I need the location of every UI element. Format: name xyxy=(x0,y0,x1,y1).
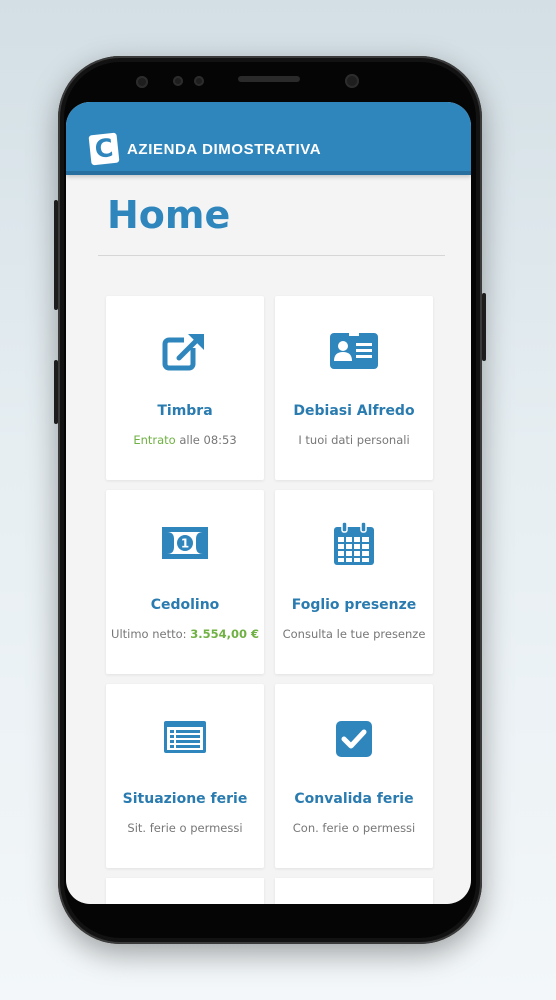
card-subtitle: Entrato alle 08:53 xyxy=(106,433,264,447)
check-square-icon xyxy=(335,720,373,758)
card-partial[interactable] xyxy=(275,878,433,904)
card-timbra[interactable]: Timbra Entrato alle 08:53 xyxy=(106,296,264,480)
card-title: Debiasi Alfredo xyxy=(293,403,415,419)
card-convalida-ferie[interactable]: Convalida ferie Con. ferie o permessi xyxy=(275,684,433,868)
card-subtitle: I tuoi dati personali xyxy=(298,433,410,447)
net-label: Ultimo netto: xyxy=(111,627,191,641)
card-profile[interactable]: Debiasi Alfredo I tuoi dati personali xyxy=(275,296,433,480)
id-card-icon xyxy=(329,332,379,370)
money-bill-icon: 1 xyxy=(161,526,209,560)
phone-power-button xyxy=(482,293,486,361)
phone-sensor xyxy=(194,76,204,86)
card-title: Timbra xyxy=(157,403,213,419)
card-cedolino[interactable]: 1 Cedolino Ultimo netto: 3.554,00 € xyxy=(106,490,264,674)
clock-status: Entrato xyxy=(133,433,176,447)
phone-sensor xyxy=(136,76,148,88)
card-partial[interactable] xyxy=(106,878,264,904)
phone-volume-button xyxy=(54,200,58,310)
svg-text:1: 1 xyxy=(181,537,189,551)
card-title: Convalida ferie xyxy=(294,791,414,807)
dashboard-grid: Timbra Entrato alle 08:53 Debiasi Alfred… xyxy=(66,102,471,904)
card-foglio-presenze[interactable]: Foglio presenze Consulta le tue presenze xyxy=(275,490,433,674)
phone-front-camera xyxy=(345,74,359,88)
list-icon xyxy=(163,720,207,754)
card-subtitle: Ultimo netto: 3.554,00 € xyxy=(106,627,264,641)
card-situazione-ferie[interactable]: Situazione ferie Sit. ferie o permessi xyxy=(106,684,264,868)
card-title: Cedolino xyxy=(150,597,220,613)
net-amount: 3.554,00 € xyxy=(190,627,259,641)
phone-speaker xyxy=(238,76,300,82)
calendar-icon xyxy=(333,522,375,566)
card-subtitle: Sit. ferie o permessi xyxy=(127,821,243,835)
clock-time: alle 08:53 xyxy=(175,433,237,447)
phone-bixby-button xyxy=(54,360,58,424)
card-title: Foglio presenze xyxy=(291,597,417,613)
card-subtitle: Con. ferie o permessi xyxy=(292,821,416,835)
phone-sensor xyxy=(173,76,183,86)
card-subtitle: Consulta le tue presenze xyxy=(282,627,426,641)
external-link-icon xyxy=(162,332,208,372)
app-screen: C AZIENDA DIMOSTRATIVA Home Timbra Entra… xyxy=(66,102,471,904)
card-title: Situazione ferie xyxy=(122,791,248,807)
